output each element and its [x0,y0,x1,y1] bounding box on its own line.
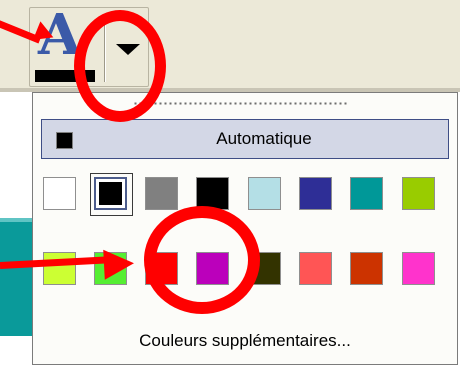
color-swatch[interactable] [402,252,435,285]
color-swatch[interactable] [248,177,281,210]
color-swatch[interactable] [350,252,383,285]
red-circle [74,10,166,122]
drag-handle[interactable] [133,101,347,106]
more-colors-label: Couleurs supplémentaires... [139,331,351,350]
color-swatch[interactable] [299,177,332,210]
color-swatch[interactable] [299,252,332,285]
document-background-teal-highlight [0,218,32,222]
more-colors-button[interactable]: Couleurs supplémentaires... [33,327,457,355]
color-swatch[interactable] [43,177,76,210]
red-arrow-head [103,248,135,280]
color-swatch[interactable] [402,177,435,210]
color-swatch[interactable] [43,252,76,285]
automatic-color-button[interactable]: Automatique [41,119,449,159]
color-swatch[interactable] [90,173,133,216]
automatic-color-label: Automatique [216,129,312,148]
color-swatch[interactable] [350,177,383,210]
document-background-teal [0,218,32,336]
red-circle [144,206,260,314]
color-swatch[interactable] [145,177,178,210]
